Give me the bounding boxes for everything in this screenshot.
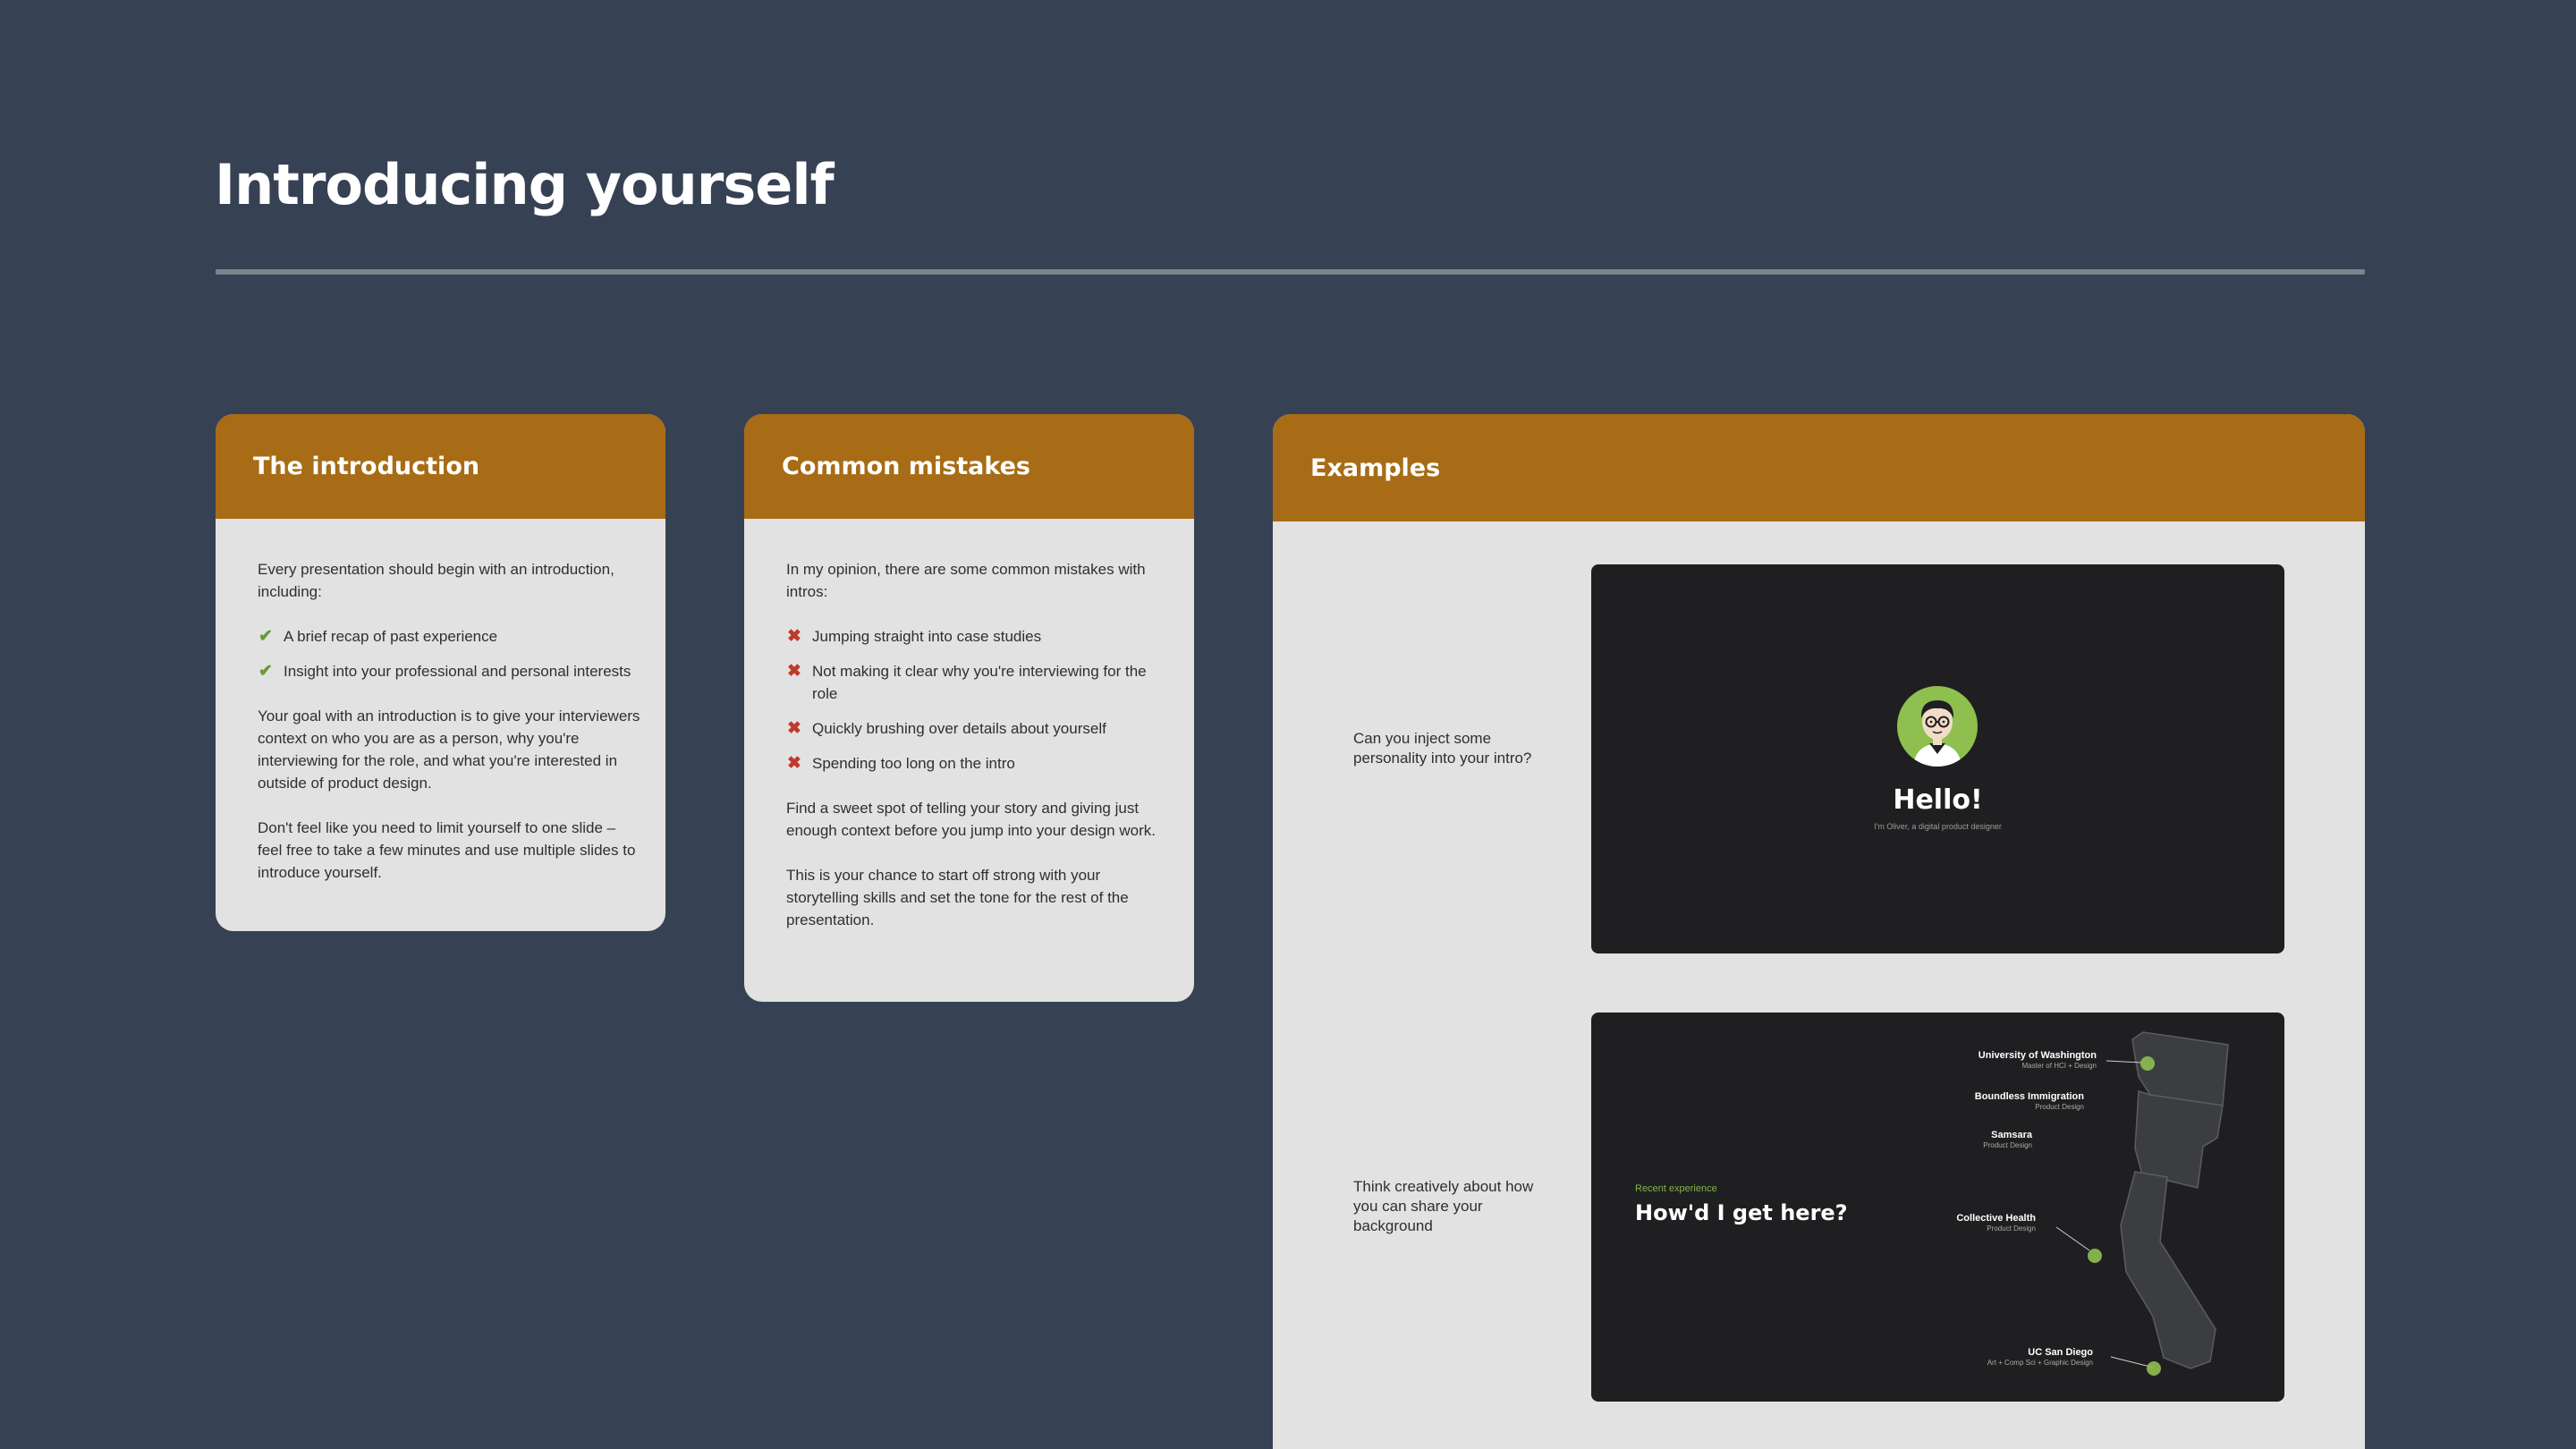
page-title: Introducing yourself xyxy=(215,152,835,217)
list-item-text: A brief recap of past experience xyxy=(284,628,498,645)
mistakes-intro-text: In my opinion, there are some common mis… xyxy=(786,561,1146,600)
example1-caption: Can you inject some personality into you… xyxy=(1353,730,1532,767)
location-label: Collective Health Product Design xyxy=(1956,1213,2036,1233)
list-item: ✔ A brief recap of past experience xyxy=(258,625,640,648)
introduction-card-title: The introduction xyxy=(253,453,480,480)
introduction-card-header: The introduction xyxy=(216,414,665,519)
mistakes-card-body: In my opinion, there are some common mis… xyxy=(744,519,1194,931)
x-icon: ✖ xyxy=(787,627,801,646)
location-name: Samsara xyxy=(1991,1130,2032,1140)
mistakes-card: Common mistakes In my opinion, there are… xyxy=(744,414,1194,1002)
title-divider xyxy=(216,269,2365,275)
location-label: Boundless Immigration Product Design xyxy=(1975,1091,2084,1112)
x-icon: ✖ xyxy=(787,662,801,681)
list-item-text: Quickly brushing over details about your… xyxy=(812,720,1106,737)
examples-card: Examples Can you inject some personality… xyxy=(1273,414,2365,1449)
location-label: UC San Diego Art + Comp Sci + Graphic De… xyxy=(1987,1347,2093,1368)
x-icon: ✖ xyxy=(787,719,801,738)
introduction-intro-text: Every presentation should begin with an … xyxy=(258,561,614,600)
example1-slide: Hello! I'm Oliver, a digital product des… xyxy=(1591,564,2284,953)
list-item-text: Jumping straight into case studies xyxy=(812,628,1042,645)
location-pin xyxy=(2147,1361,2161,1376)
mistakes-paragraph: This is your chance to start off strong … xyxy=(786,867,1129,928)
mistakes-card-title: Common mistakes xyxy=(782,453,1031,480)
location-role: Product Design xyxy=(1983,1141,2032,1149)
location-name: Boundless Immigration xyxy=(1974,1091,2084,1102)
mistakes-card-header: Common mistakes xyxy=(744,414,1194,519)
x-icon: ✖ xyxy=(787,754,801,773)
west-coast-map xyxy=(2055,1031,2229,1376)
list-item: ✔ Insight into your professional and per… xyxy=(258,660,640,682)
hello-heading: Hello! xyxy=(1893,784,1983,816)
location-name: UC San Diego xyxy=(2028,1347,2093,1358)
example2-caption: Think creatively about how you can share… xyxy=(1353,1178,1534,1234)
list-item: ✖ Jumping straight into case studies xyxy=(786,625,1169,648)
introduction-card-body: Every presentation should begin with an … xyxy=(216,519,665,884)
examples-card-header: Examples xyxy=(1273,414,2365,521)
location-role: Product Design xyxy=(1987,1224,2036,1233)
mistakes-paragraph: Find a sweet spot of telling your story … xyxy=(786,800,1156,839)
list-item-text: Not making it clear why you're interview… xyxy=(812,663,1147,702)
introduction-checklist: ✔ A brief recap of past experience ✔ Ins… xyxy=(258,625,640,682)
location-label: Samsara Product Design xyxy=(1983,1130,2032,1150)
mistakes-list: ✖ Jumping straight into case studies ✖ N… xyxy=(786,625,1169,775)
location-name: University of Washington xyxy=(1978,1050,2097,1061)
introduction-card: The introduction Every presentation shou… xyxy=(216,414,665,931)
check-icon: ✔ xyxy=(258,662,273,681)
introduction-paragraph: Your goal with an introduction is to giv… xyxy=(258,708,640,792)
location-pin xyxy=(2088,1249,2102,1263)
location-role: Product Design xyxy=(2035,1103,2084,1111)
avatar-illustration xyxy=(1897,686,1978,767)
location-pin xyxy=(2140,1056,2155,1071)
list-item: ✖ Not making it clear why you're intervi… xyxy=(786,660,1169,705)
hello-subtitle: I'm Oliver, a digital product designer xyxy=(1874,822,2002,831)
location-role: Art + Comp Sci + Graphic Design xyxy=(1987,1359,2093,1367)
examples-card-title: Examples xyxy=(1310,453,1441,482)
list-item: ✖ Spending too long on the intro xyxy=(786,752,1169,775)
introduction-paragraph: Don't feel like you need to limit yourse… xyxy=(258,819,636,881)
example2-slide: Recent experience How'd I get here? Univ… xyxy=(1591,1013,2284,1402)
location-label: University of Washington Master of HCI +… xyxy=(1979,1050,2097,1071)
list-item-text: Insight into your professional and perso… xyxy=(284,663,631,680)
list-item-text: Spending too long on the intro xyxy=(812,755,1015,772)
location-role: Master of HCI + Design xyxy=(2021,1062,2097,1070)
list-item: ✖ Quickly brushing over details about yo… xyxy=(786,717,1169,740)
location-name: Collective Health xyxy=(1956,1213,2036,1224)
check-icon: ✔ xyxy=(258,627,273,646)
